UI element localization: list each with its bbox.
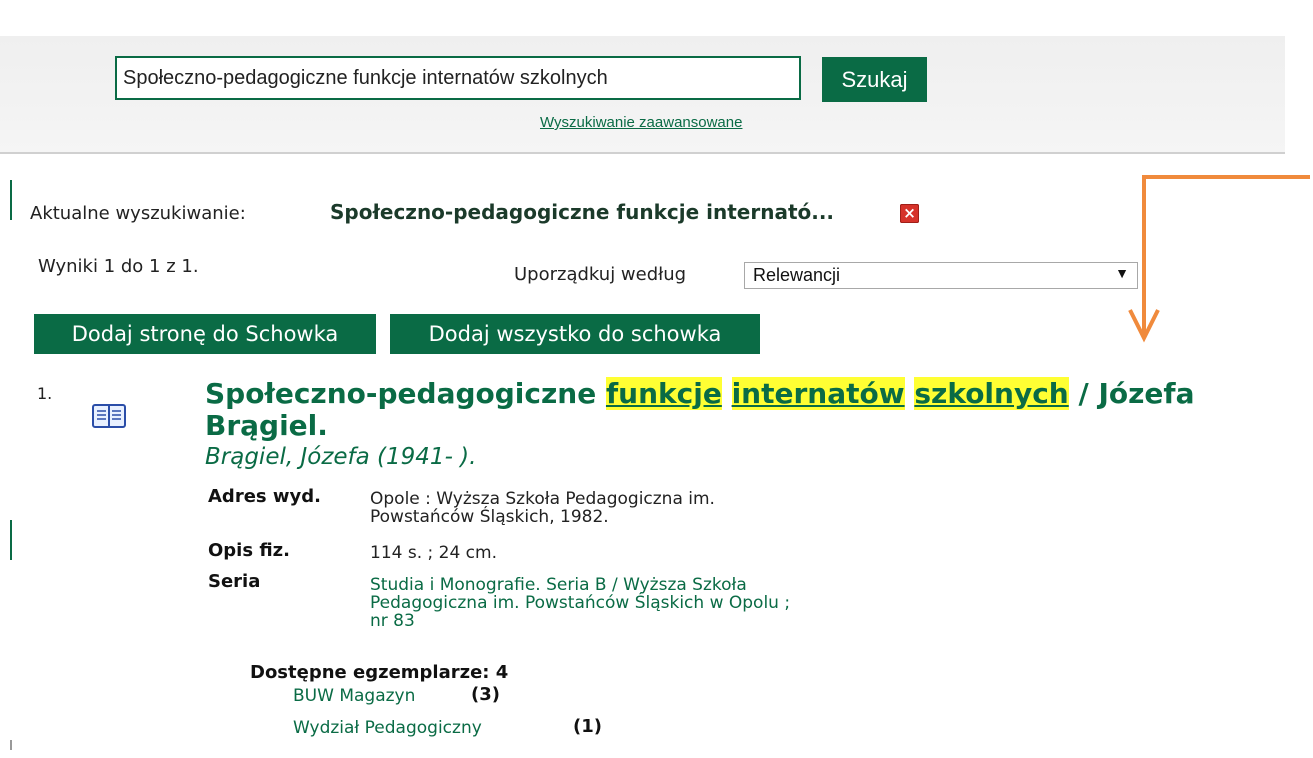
sort-selected-value: Relewancji [753,265,841,285]
author-link[interactable]: Brągiel, Józefa (1941- ). [205,444,476,470]
title-text: / Józefa [1068,377,1195,410]
series-line: Pedagogiczna im. Powstańców Śląskich w O… [370,593,791,613]
annotation-arrow [1128,175,1310,343]
add-all-to-clipboard-button[interactable]: Dodaj wszystko do schowka [390,314,760,354]
current-search-label: Aktualne wyszukiwanie: [30,203,246,224]
publisher-line: Powstańców Śląskich, 1982. [370,507,609,527]
publisher-value: Opole : Wyższa Szkoła Pedagogiczna im. P… [370,490,715,526]
title-highlight: szkolnych [914,377,1069,410]
results-count: Wyniki 1 do 1 z 1. [38,256,199,277]
series-line: nr 83 [370,611,415,631]
result-title-link[interactable]: Społeczno-pedagogiczne funkcje internató… [205,377,1295,442]
title-text: Brągiel. [205,409,328,442]
result-number: 1. [37,384,53,403]
search-button[interactable]: Szukaj [822,57,927,102]
search-input[interactable] [115,56,801,100]
location-link-wydzial-pedagogiczny[interactable]: Wydział Pedagogiczny [293,718,482,738]
publisher-line: Opole : Wyższa Szkoła Pedagogiczna im. [370,489,715,509]
publisher-label: Adres wyd. [208,486,321,507]
current-search-value: Społeczno-pedagogiczne funkcje internató… [330,200,835,224]
title-text [722,377,732,410]
advanced-search-link[interactable]: Wyszukiwanie zaawansowane [540,114,742,131]
physical-description-label: Opis fiz. [208,540,290,561]
physical-description-value: 114 s. ; 24 cm. [370,543,497,563]
sort-label: Uporządkuj według [514,264,687,285]
search-header: Szukaj Wyszukiwanie zaawansowane [0,36,1285,154]
series-line: Studia i Monografie. Seria B / Wyższa Sz… [370,575,747,595]
add-page-to-clipboard-button[interactable]: Dodaj stronę do Schowka [34,314,376,354]
series-label: Seria [208,571,261,592]
title-highlight: internatów [731,377,905,410]
left-edge-mark [10,520,12,560]
left-edge-mark [10,180,12,220]
location-count: (3) [471,684,500,705]
title-highlight: funkcje [605,377,722,410]
title-text [905,377,915,410]
availability-label: Dostępne egzemplarze: 4 [250,662,509,683]
location-link-buw-magazyn[interactable]: BUW Magazyn [293,686,415,706]
sort-select[interactable]: Relewancji ▼ [744,262,1138,289]
close-icon[interactable]: × [900,204,919,223]
location-count: (1) [573,716,602,737]
series-link[interactable]: Studia i Monografie. Seria B / Wyższa Sz… [370,576,790,630]
left-edge-mark [10,740,12,750]
title-text: Społeczno-pedagogiczne [205,377,606,410]
book-icon [92,403,126,433]
